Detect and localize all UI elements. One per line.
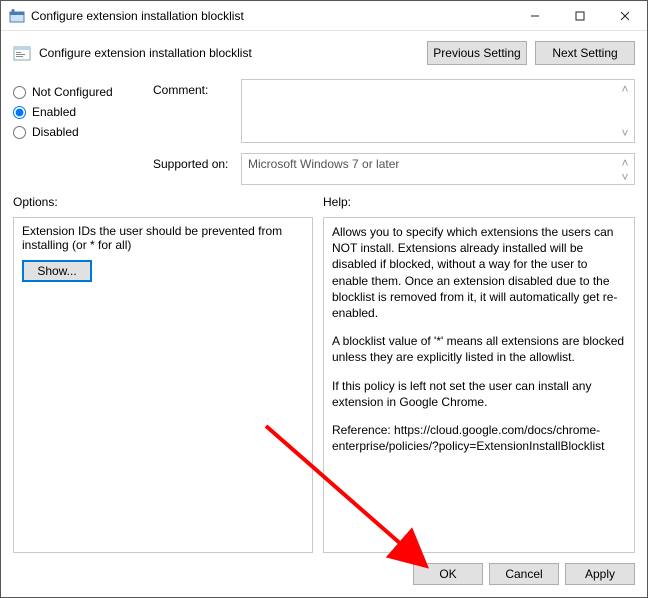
maximize-button[interactable]: [557, 1, 602, 30]
help-label: Help:: [323, 195, 351, 209]
section-labels: Options: Help:: [1, 193, 647, 213]
toolbar: Configure extension installation blockli…: [1, 31, 647, 75]
titlebar[interactable]: Configure extension installation blockli…: [1, 1, 647, 31]
options-description: Extension IDs the user should be prevent…: [22, 224, 304, 252]
minimize-button[interactable]: [512, 1, 557, 30]
help-paragraph-3: If this policy is left not set the user …: [332, 378, 626, 410]
help-paragraph-4: Reference: https://cloud.google.com/docs…: [332, 422, 626, 454]
options-panel: Extension IDs the user should be prevent…: [13, 217, 313, 553]
configuration-area: Not Configured Enabled Disabled Comment:…: [1, 75, 647, 193]
radio-disabled-label: Disabled: [32, 125, 79, 139]
policy-heading: Configure extension installation blockli…: [39, 46, 252, 60]
radio-enabled-input[interactable]: [13, 106, 26, 119]
help-paragraph-1: Allows you to specify which extensions t…: [332, 224, 626, 321]
comment-label: Comment:: [153, 79, 233, 143]
dialog-buttons: OK Cancel Apply: [1, 553, 647, 597]
next-setting-button[interactable]: Next Setting: [535, 41, 635, 65]
cancel-button[interactable]: Cancel: [489, 563, 559, 585]
radio-enabled[interactable]: Enabled: [13, 105, 143, 119]
radio-disabled-input[interactable]: [13, 126, 26, 139]
dialog-window: Configure extension installation blockli…: [0, 0, 648, 598]
radio-not-configured[interactable]: Not Configured: [13, 85, 143, 99]
comment-input[interactable]: ˄˅: [241, 79, 635, 143]
previous-setting-button[interactable]: Previous Setting: [427, 41, 527, 65]
radio-enabled-label: Enabled: [32, 105, 76, 119]
radio-not-configured-label: Not Configured: [32, 85, 113, 99]
app-icon: [9, 8, 25, 24]
state-radio-group: Not Configured Enabled Disabled: [13, 75, 143, 185]
help-panel: Allows you to specify which extensions t…: [323, 217, 635, 553]
policy-icon: [13, 44, 31, 62]
options-label: Options:: [13, 195, 323, 209]
close-button[interactable]: [602, 1, 647, 30]
panels: Extension IDs the user should be prevent…: [1, 213, 647, 553]
apply-button[interactable]: Apply: [565, 563, 635, 585]
scroll-hint[interactable]: ˄˅: [618, 156, 632, 182]
radio-not-configured-input[interactable]: [13, 86, 26, 99]
supported-on-label: Supported on:: [153, 153, 233, 185]
scroll-hint[interactable]: ˄˅: [618, 82, 632, 140]
window-title: Configure extension installation blockli…: [31, 9, 512, 23]
supported-on-field: Microsoft Windows 7 or later ˄˅: [241, 153, 635, 185]
supported-on-value: Microsoft Windows 7 or later: [248, 157, 399, 171]
ok-button[interactable]: OK: [413, 563, 483, 585]
radio-disabled[interactable]: Disabled: [13, 125, 143, 139]
window-controls: [512, 1, 647, 30]
show-button[interactable]: Show...: [22, 260, 92, 282]
help-paragraph-2: A blocklist value of '*' means all exten…: [332, 333, 626, 365]
help-body: Allows you to specify which extensions t…: [332, 224, 626, 454]
